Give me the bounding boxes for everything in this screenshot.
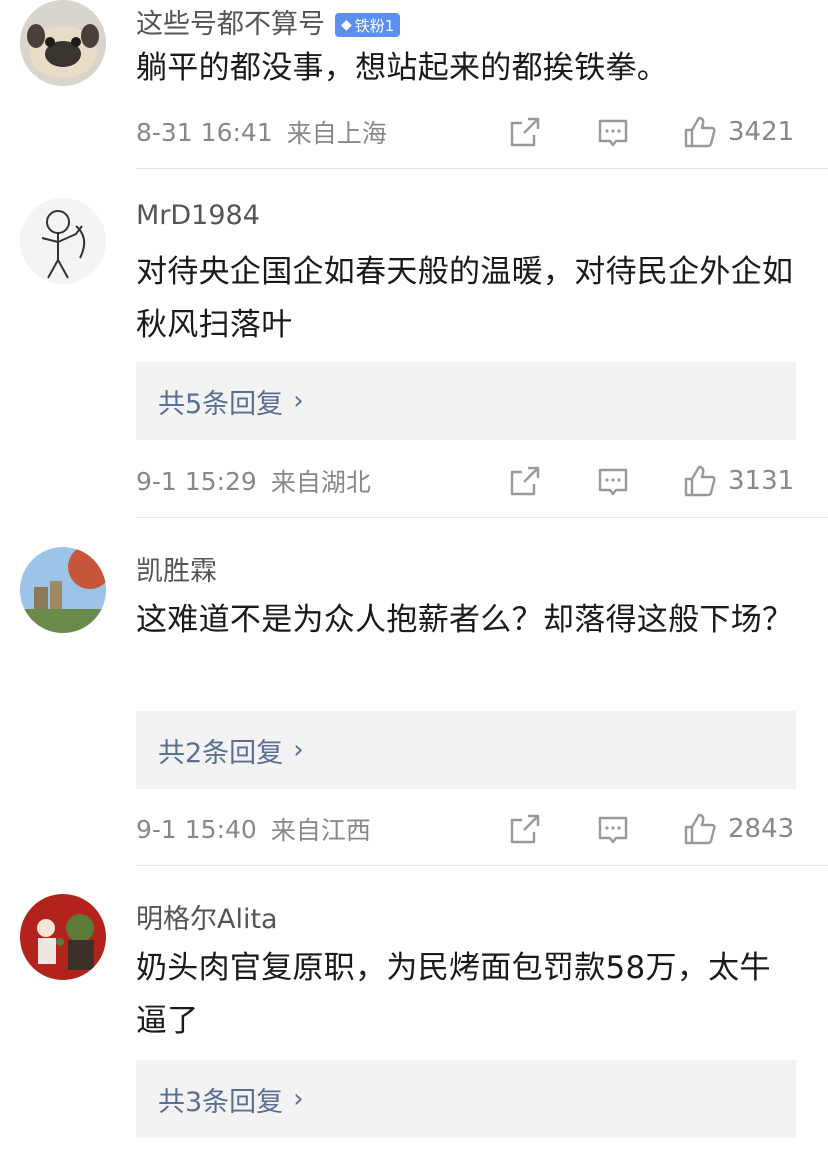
avatar[interactable] <box>20 198 106 284</box>
divider <box>136 865 828 866</box>
replies-label: 共3条回复 <box>158 1086 284 1118</box>
avatar[interactable] <box>20 0 106 86</box>
username[interactable]: 明格尔Alita <box>136 897 278 936</box>
pug-avatar-icon <box>20 0 106 86</box>
divider <box>136 168 828 169</box>
comment-text: 这难道不是为众人抱薪者么？却落得这般下场？ <box>136 602 794 638</box>
thumbs-up-icon <box>684 813 716 845</box>
replies-label: 共2条回复 <box>158 737 284 769</box>
comment-meta: 9-1 15:40 来自江西 2843 <box>136 809 796 849</box>
like-button[interactable]: 2843 <box>682 809 794 849</box>
share-icon <box>510 117 540 147</box>
like-button[interactable]: 3131 <box>682 461 794 501</box>
chevron-right-icon: › <box>293 386 304 416</box>
reply-button[interactable] <box>596 809 630 849</box>
share-icon <box>510 814 540 844</box>
comment-icon <box>598 816 628 844</box>
timestamp: 8-31 16:41 <box>136 117 273 147</box>
location: 来自江西 <box>270 816 371 845</box>
location: 来自上海 <box>286 119 387 148</box>
avatar[interactable] <box>20 547 106 633</box>
like-button[interactable]: 3421 <box>682 112 794 152</box>
location: 来自湖北 <box>270 468 371 497</box>
like-count: 2843 <box>728 814 795 844</box>
chevron-right-icon: › <box>293 1084 304 1114</box>
reply-button[interactable] <box>596 112 630 152</box>
replies-button[interactable]: 共3条回复 › <box>136 1060 796 1138</box>
username[interactable]: MrD1984 <box>136 200 260 231</box>
like-count: 3421 <box>728 117 795 147</box>
thumbs-up-icon <box>684 116 716 148</box>
timestamp: 9-1 15:40 <box>136 814 257 844</box>
comment-meta: 8-31 16:41 来自上海 3421 <box>136 112 796 152</box>
share-icon <box>510 466 540 496</box>
thumbs-up-icon <box>684 465 716 497</box>
avatar[interactable] <box>20 894 106 980</box>
replies-button[interactable]: 共2条回复 › <box>136 711 796 789</box>
comment-text: 躺平的都没事，想站起来的都挨铁拳。 <box>136 50 669 86</box>
reply-button[interactable] <box>596 461 630 501</box>
fan-badge[interactable]: ◆ 铁粉1 <box>335 13 401 37</box>
comment-text: 对待央企国企如春天般的温暖，对待民企外企如秋风扫落叶 <box>136 254 794 343</box>
diamond-icon: ◆ <box>341 17 352 33</box>
comment-icon <box>598 468 628 496</box>
comment-text: 奶头肉官复原职，为民烤面包罚款58万，太牛逼了 <box>136 950 771 1039</box>
share-button[interactable] <box>508 809 542 849</box>
replies-button[interactable]: 共5条回复 › <box>136 362 796 440</box>
divider <box>136 517 828 518</box>
username[interactable]: 这些号都不算号 ◆ 铁粉1 <box>136 2 401 41</box>
replies-label: 共5条回复 <box>158 388 284 420</box>
comment-icon <box>598 119 628 147</box>
share-button[interactable] <box>508 461 542 501</box>
comment-meta: 9-1 15:29 来自湖北 3131 <box>136 461 796 501</box>
timestamp: 9-1 15:29 <box>136 466 257 496</box>
username[interactable]: 凯胜霖 <box>136 549 217 588</box>
stick-figure-avatar-icon <box>20 198 106 284</box>
like-count: 3131 <box>728 466 795 496</box>
landscape-avatar-icon <box>20 547 106 633</box>
chevron-right-icon: › <box>293 735 304 765</box>
share-button[interactable] <box>508 112 542 152</box>
cartoon-avatar-icon <box>20 894 106 980</box>
